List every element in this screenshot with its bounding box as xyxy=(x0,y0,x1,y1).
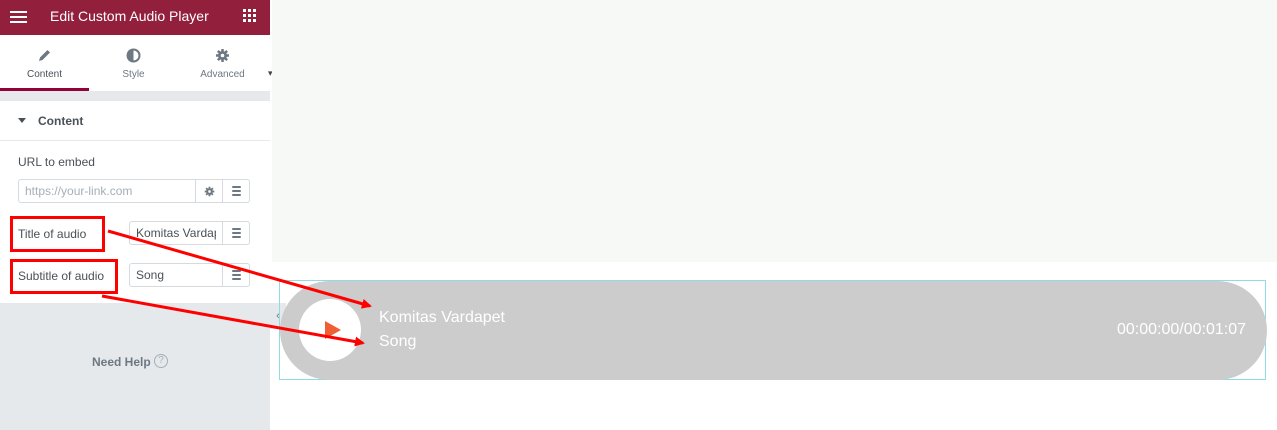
dynamic-tags-button[interactable] xyxy=(222,263,250,287)
tab-label: Style xyxy=(122,69,145,80)
audio-time: 00:00:00/00:01:07 xyxy=(1117,321,1247,338)
section-title: Content xyxy=(38,114,84,128)
panel-tabs: Content Style Advanced ▾ xyxy=(0,35,273,91)
dynamic-tags-button[interactable] xyxy=(222,221,250,245)
title-label-highlight xyxy=(10,216,105,252)
gear-icon xyxy=(204,186,214,196)
url-input[interactable] xyxy=(18,179,196,203)
database-icon xyxy=(231,186,241,196)
section-toggle[interactable]: Content xyxy=(0,101,270,141)
settings-button[interactable] xyxy=(195,179,223,203)
url-label: URL to embed xyxy=(18,155,95,169)
subtitle-label-highlight xyxy=(10,259,118,294)
hamburger-icon[interactable] xyxy=(10,10,27,24)
editor-panel: Edit Custom Audio Player Content Style A… xyxy=(0,0,273,430)
preview-area xyxy=(272,0,1277,262)
caret-down-icon xyxy=(18,118,26,123)
tab-label: Content xyxy=(26,69,63,80)
play-icon xyxy=(325,321,341,339)
tab-style[interactable]: Style xyxy=(89,35,178,91)
pencil-icon xyxy=(39,50,50,61)
panel-header: Edit Custom Audio Player xyxy=(0,0,270,35)
title-input[interactable] xyxy=(129,221,223,245)
database-icon xyxy=(231,270,241,280)
audio-subtitle: Song xyxy=(379,333,417,350)
panel-title: Edit Custom Audio Player xyxy=(50,8,209,24)
tab-content[interactable]: Content xyxy=(0,35,89,91)
need-help-link[interactable]: Need Help xyxy=(92,355,151,369)
audio-title: Komitas Vardapet xyxy=(379,309,505,326)
gear-icon xyxy=(216,49,229,62)
dynamic-tags-button[interactable] xyxy=(222,179,250,203)
database-icon xyxy=(231,228,241,238)
half-circle-icon xyxy=(126,48,141,63)
question-icon[interactable]: ? xyxy=(154,354,168,368)
grid-icon[interactable] xyxy=(243,9,257,23)
subtitle-input[interactable] xyxy=(129,263,223,287)
tab-label: Advanced xyxy=(200,69,245,80)
panel-gap xyxy=(0,91,270,101)
tab-advanced[interactable]: Advanced xyxy=(178,35,267,91)
